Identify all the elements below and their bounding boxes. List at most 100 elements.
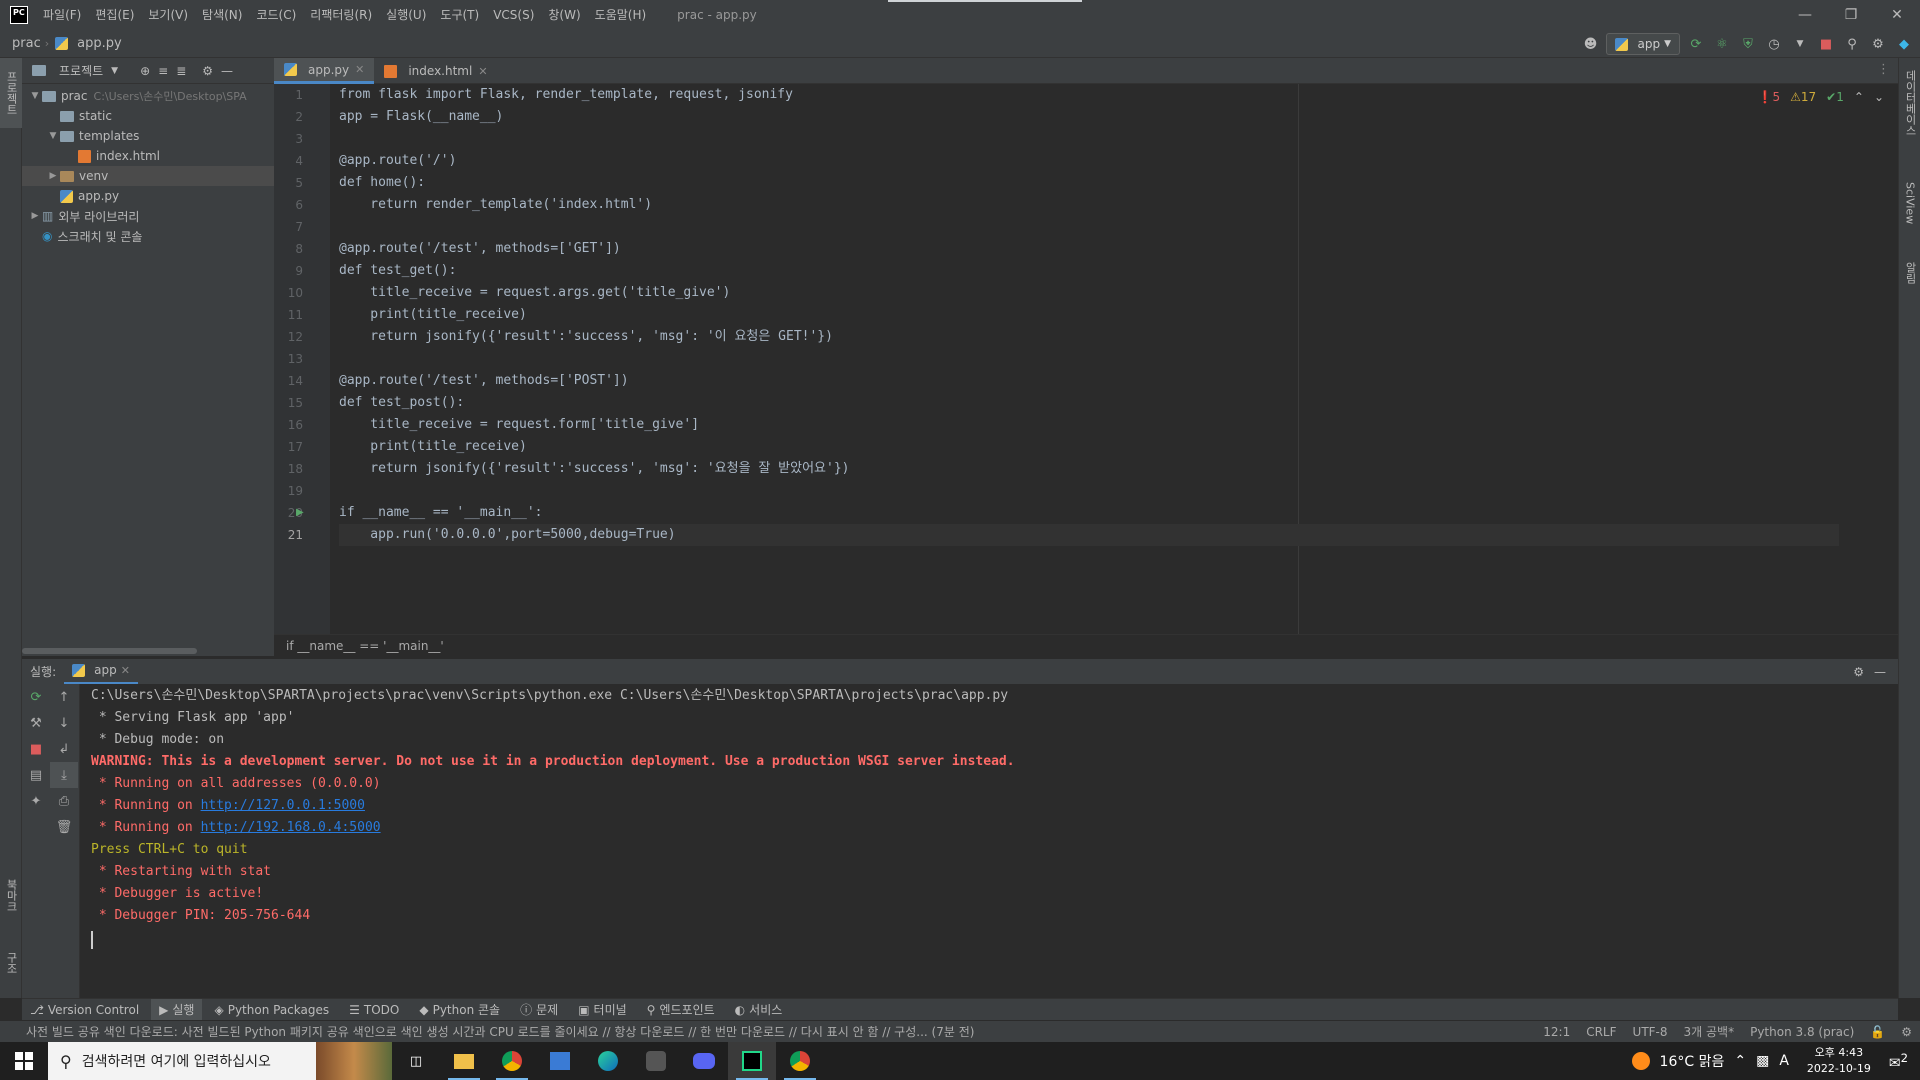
rerun-icon[interactable]: ⟳ bbox=[22, 684, 50, 710]
console-link[interactable]: http://127.0.0.1:5000 bbox=[201, 798, 365, 813]
code-line[interactable] bbox=[339, 348, 1839, 370]
inspection-widget[interactable]: ❗5 ⚠17 ✔1 ⌃ ⌄ bbox=[1758, 90, 1884, 104]
code-line[interactable]: @app.route('/test', methods=['GET']) bbox=[339, 238, 1839, 260]
bottom-tool-tab[interactable]: ☰ TODO bbox=[341, 1003, 407, 1017]
restore-button[interactable]: ❐ bbox=[1828, 0, 1874, 30]
event-log-icon[interactable]: ⚙ bbox=[1893, 1025, 1920, 1039]
gear-icon[interactable]: ⚙ bbox=[1853, 665, 1864, 679]
close-icon[interactable]: ✕ bbox=[355, 63, 364, 76]
clock[interactable]: 오후 4:43 2022-10-19 bbox=[1799, 1045, 1879, 1077]
chevron-right-icon[interactable]: ▶ bbox=[46, 171, 60, 181]
layout-icon[interactable]: ▤ bbox=[22, 762, 50, 788]
bottom-tool-tab[interactable]: ◈ Python Packages bbox=[206, 1003, 337, 1017]
gear-icon[interactable]: ⚙ bbox=[202, 64, 213, 78]
code-line[interactable] bbox=[339, 128, 1839, 150]
taskbar-search[interactable]: ⚲ 검색하려면 여기에 입력하십시오 bbox=[48, 1042, 392, 1080]
chrome-icon[interactable] bbox=[488, 1042, 536, 1080]
project-panel-title[interactable]: 프로젝트 bbox=[59, 62, 103, 79]
bottom-tool-tab[interactable]: ⎇ Version Control bbox=[22, 1003, 147, 1017]
ime-indicator[interactable]: A bbox=[1779, 1053, 1789, 1069]
tree-item[interactable]: index.html bbox=[22, 146, 274, 166]
tree-item[interactable]: ▼ prac C:\Users\손수민\Desktop\SPA bbox=[22, 86, 274, 106]
coverage-icon[interactable]: ⛨ bbox=[1738, 34, 1758, 54]
code-line[interactable]: return render_template('index.html') bbox=[339, 194, 1839, 216]
menu-item[interactable]: 편집(E) bbox=[88, 0, 141, 30]
menu-item[interactable]: 파일(F) bbox=[36, 0, 88, 30]
code-line[interactable]: print(title_receive) bbox=[339, 304, 1839, 326]
locate-icon[interactable]: ⊕ bbox=[140, 64, 150, 78]
code-line[interactable]: from flask import Flask, render_template… bbox=[339, 84, 1839, 106]
menu-item[interactable]: 도구(T) bbox=[433, 0, 486, 30]
sciview-tool-tab[interactable]: SciView bbox=[1899, 168, 1920, 238]
search-icon[interactable]: ⚲ bbox=[1842, 34, 1862, 54]
arrow-down-icon[interactable]: ↓ bbox=[50, 710, 78, 736]
horizontal-scrollbar[interactable] bbox=[22, 648, 197, 654]
arrow-up-icon[interactable]: ↑ bbox=[50, 684, 78, 710]
bottom-tool-tab[interactable]: ▣ 터미널 bbox=[570, 1001, 634, 1018]
code-line[interactable]: app = Flask(__name__) bbox=[339, 106, 1839, 128]
code-line[interactable]: if __name__ == '__main__': bbox=[339, 502, 1839, 524]
python-interpreter[interactable]: Python 3.8 (prac) bbox=[1742, 1025, 1862, 1039]
profile-icon[interactable]: ◷ bbox=[1764, 34, 1784, 54]
code-area[interactable]: from flask import Flask, render_template… bbox=[339, 84, 1839, 546]
code-line[interactable]: def test_post(): bbox=[339, 392, 1839, 414]
run-tab-app[interactable]: app ✕ bbox=[64, 659, 138, 685]
rerun-icon[interactable]: ⟳ bbox=[1686, 34, 1706, 54]
run-gutter-icon[interactable]: ▶ bbox=[296, 502, 304, 524]
tree-item[interactable]: ◉ 스크래치 및 콘솔 bbox=[22, 226, 274, 246]
task-view-icon[interactable]: ◫ bbox=[392, 1042, 440, 1080]
debug-icon[interactable]: ⚛ bbox=[1712, 34, 1732, 54]
status-message[interactable]: 사전 빌드 공유 색인 다운로드: 사전 빌드된 Python 패키지 공유 색… bbox=[0, 1023, 1535, 1040]
tree-item[interactable]: app.py bbox=[22, 186, 274, 206]
network-icon[interactable]: ▩ bbox=[1756, 1053, 1769, 1069]
chevron-down-icon[interactable]: ▼ bbox=[111, 66, 118, 76]
chevron-up-icon[interactable]: ⌃ bbox=[1854, 90, 1864, 104]
minimize-button[interactable]: — bbox=[1782, 0, 1828, 30]
chevron-up-icon[interactable]: ⌃ bbox=[1734, 1053, 1746, 1069]
collapse-all-icon[interactable]: ≣ bbox=[176, 64, 186, 78]
notification-center-icon[interactable]: ✉2 bbox=[1889, 1051, 1920, 1072]
code-with-me-icon[interactable]: ◆ bbox=[1894, 34, 1914, 54]
indent-setting[interactable]: 3개 공백* bbox=[1676, 1023, 1743, 1040]
code-line[interactable]: return jsonify({'result':'success', 'msg… bbox=[339, 458, 1839, 480]
pin-icon[interactable]: ✦ bbox=[22, 788, 50, 814]
code-editor[interactable]: 1 2 3 4 5 6 7 8 9 10 11 12 13 14 15 16 17 18 19 20 21 ▶ from … bbox=[274, 84, 1898, 634]
project-tool-tab[interactable]: 프로젝트 bbox=[0, 58, 22, 128]
start-button[interactable] bbox=[0, 1042, 48, 1080]
tab-app-py[interactable]: app.py ✕ bbox=[274, 58, 375, 84]
discord-icon[interactable] bbox=[680, 1042, 728, 1080]
close-icon[interactable]: ✕ bbox=[478, 65, 487, 78]
chevron-right-icon[interactable]: ▶ bbox=[28, 211, 42, 221]
tree-item[interactable]: ▼ templates bbox=[22, 126, 274, 146]
breadcrumb-project[interactable]: prac bbox=[8, 36, 45, 51]
stop-icon[interactable]: ■ bbox=[22, 736, 50, 762]
tree-item[interactable]: static bbox=[22, 106, 274, 126]
caret-position[interactable]: 12:1 bbox=[1535, 1025, 1578, 1039]
bottom-tool-tab[interactable]: ⓘ 문제 bbox=[512, 1001, 566, 1018]
menu-item[interactable]: 보기(V) bbox=[141, 0, 195, 30]
trash-icon[interactable]: 🗑 bbox=[50, 814, 78, 840]
user-icon[interactable]: ☻ bbox=[1580, 34, 1600, 54]
photos-icon[interactable] bbox=[536, 1042, 584, 1080]
code-line[interactable]: title_receive = request.form['title_give… bbox=[339, 414, 1839, 436]
menu-item[interactable]: VCS(S) bbox=[486, 0, 541, 30]
notifications-tool-tab[interactable]: 알림 bbox=[1899, 248, 1920, 298]
chevron-down-icon[interactable]: ▼ bbox=[28, 91, 42, 101]
scroll-to-end-icon[interactable]: ⤓ bbox=[50, 762, 78, 788]
code-line[interactable] bbox=[339, 480, 1839, 502]
chevron-down-icon[interactable]: ⌄ bbox=[1874, 90, 1884, 104]
breadcrumb-file[interactable]: app.py bbox=[73, 36, 126, 51]
bookmarks-tool-tab[interactable]: 북마크 bbox=[0, 870, 22, 920]
menu-item[interactable]: 코드(C) bbox=[249, 0, 303, 30]
structure-tool-tab[interactable]: 구조 bbox=[0, 938, 22, 988]
wrench-icon[interactable]: ⚒ bbox=[22, 710, 50, 736]
file-encoding[interactable]: UTF-8 bbox=[1625, 1025, 1676, 1039]
lock-icon[interactable]: 🔓 bbox=[1862, 1025, 1893, 1039]
hide-icon[interactable]: — bbox=[221, 64, 233, 78]
chrome-icon[interactable] bbox=[776, 1042, 824, 1080]
weather-text[interactable]: 16°C 맑음 bbox=[1660, 1051, 1725, 1071]
code-line[interactable]: def home(): bbox=[339, 172, 1839, 194]
code-line[interactable]: @app.route('/') bbox=[339, 150, 1839, 172]
code-line[interactable]: def test_get(): bbox=[339, 260, 1839, 282]
print-icon[interactable]: ⎙ bbox=[50, 788, 78, 814]
